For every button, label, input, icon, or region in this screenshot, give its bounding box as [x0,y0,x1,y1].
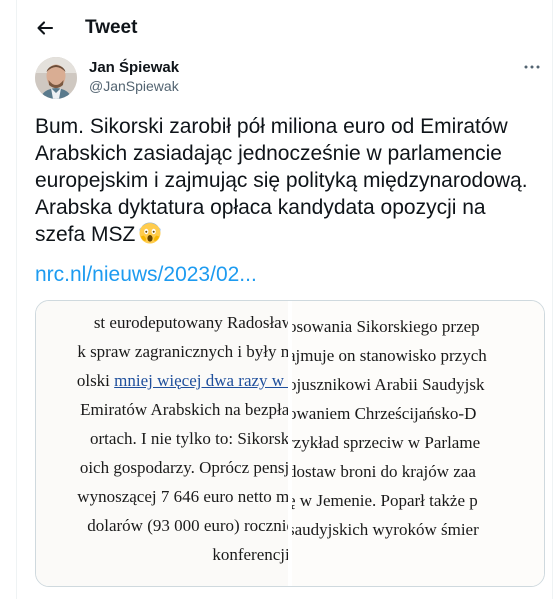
clipping-line: st eurodeputowany Radosław [93,313,288,332]
clipping-line: ojusznikowi Arabii Saudyjsk [292,375,485,394]
more-icon [524,65,540,69]
avatar[interactable] [35,57,77,99]
clipping-line: ajmuje on stanowisko przych [292,346,487,365]
clipping-line: saudyjskich wyroków śmier [292,520,479,539]
tweet-text: Bum. Sikorski zarobił pół miliona euro o… [35,113,545,252]
tweet-link[interactable]: nrc.nl/nieuws/2023/02... [35,263,257,287]
clipping-line: ortach. I nie tylko to: Sikorski [90,429,288,448]
clipping-line: k spraw zagranicznych i były m [77,342,288,361]
clipping-line: rzykład sprzeciw w Parlame [292,433,481,452]
clipping-line: owaniem Chrześcijańsko-D [292,404,477,423]
clipping-line: olski mniej więcej dwa razy w r [77,371,288,391]
more-options-button[interactable] [522,60,542,74]
article-clipping-right: osowania Sikorskiego przep ajmuje on sta… [292,301,544,586]
page-title: Tweet [85,17,138,38]
arrow-left-icon [37,21,54,35]
article-clipping-left: st eurodeputowany Radosław k spraw zagra… [36,301,288,586]
clipping-highlight-link: mniej więcej dwa razy w r [114,371,288,390]
face-screaming-in-fear-icon [138,221,162,252]
clipping-line: konferencji. [212,545,288,564]
top-bar: Tweet [17,0,554,56]
clipping-line: Emiratów Arabskich na bezpłat [80,400,288,419]
author-handle[interactable]: @JanSpiewak [89,78,179,94]
author-name[interactable]: Jan Śpiewak [89,59,179,76]
clipping-line: wynoszącej 7 646 euro netto mi [77,487,288,506]
clipping-text: olski [76,371,110,390]
clipping-line: dolarów (93 000 euro) rocznie [87,516,288,535]
back-button[interactable] [31,14,59,42]
clipping-line: ę w Jemenie. Poparł także p [292,491,478,510]
clipping-line: dostaw broni do krajów zaa [292,462,476,481]
clipping-line: osowania Sikorskiego przep [292,317,480,336]
tweet-page: Tweet Jan Śpiewak @JanSpiewak Bum. Sikor… [16,0,553,599]
tweet-media[interactable]: st eurodeputowany Radosław k spraw zagra… [35,300,545,587]
avatar-image [35,57,77,99]
tweet-body: Bum. Sikorski zarobił pół miliona euro o… [35,115,528,246]
clipping-line: oich gospodarzy. Oprócz pensji [79,458,288,477]
